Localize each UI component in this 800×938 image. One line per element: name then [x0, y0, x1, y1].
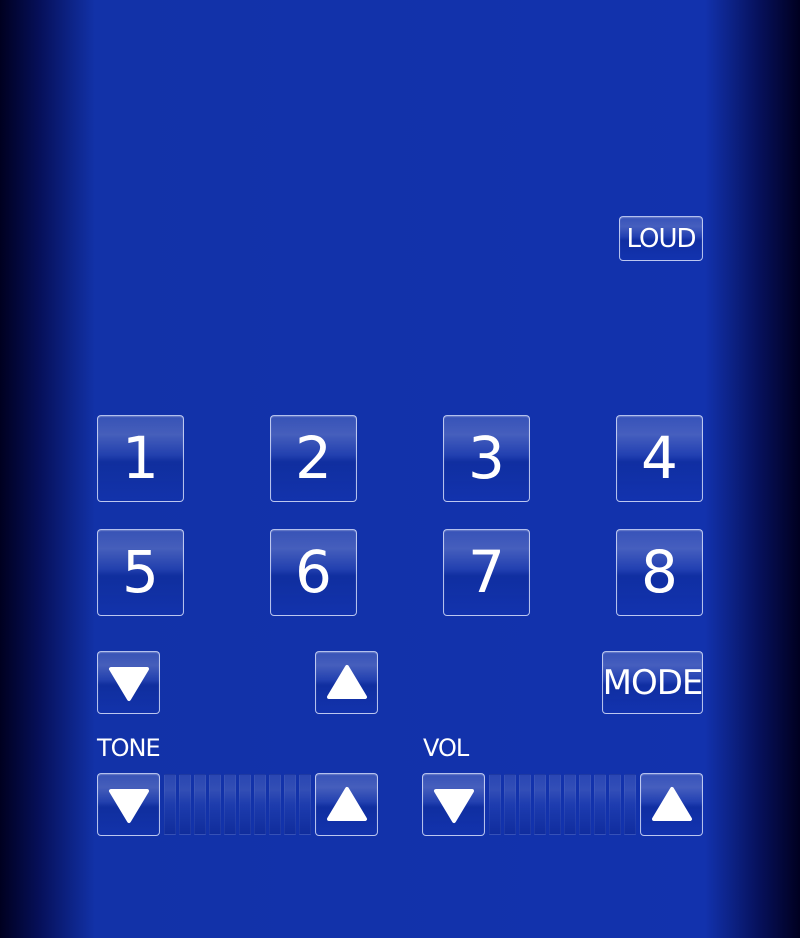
- vol-level-segment: [534, 774, 546, 835]
- tone-up-button[interactable]: [315, 773, 378, 836]
- number-button-label: 7: [468, 537, 505, 606]
- number-button-6[interactable]: 6: [270, 529, 357, 616]
- vol-label: VOL: [423, 734, 469, 762]
- number-button-label: 5: [122, 537, 159, 606]
- tone-level-segment: [179, 774, 191, 835]
- number-button-3[interactable]: 3: [443, 415, 530, 502]
- number-button-1[interactable]: 1: [97, 415, 184, 502]
- number-button-7[interactable]: 7: [443, 529, 530, 616]
- tone-level-meter: [164, 774, 311, 835]
- vol-up-button[interactable]: [640, 773, 703, 836]
- mode-button-label: MODE: [602, 662, 704, 703]
- vol-level-segment: [549, 774, 561, 835]
- preset-up-button[interactable]: [315, 651, 378, 714]
- number-button-label: 3: [468, 423, 505, 492]
- tone-level-segment: [209, 774, 221, 835]
- tone-down-button[interactable]: [97, 773, 160, 836]
- triangle-up-icon: [326, 786, 367, 821]
- tone-label: TONE: [97, 734, 161, 762]
- vol-level-meter: [489, 774, 636, 835]
- number-button-8[interactable]: 8: [616, 529, 703, 616]
- vol-level-segment: [489, 774, 501, 835]
- number-button-label: 1: [122, 423, 159, 492]
- vol-level-segment: [579, 774, 591, 835]
- tone-level-segment: [299, 774, 311, 835]
- vol-level-segment: [624, 774, 636, 835]
- number-button-label: 4: [641, 423, 678, 492]
- triangle-up-icon: [326, 664, 367, 699]
- vol-level-segment: [564, 774, 576, 835]
- number-button-2[interactable]: 2: [270, 415, 357, 502]
- triangle-down-icon: [108, 788, 149, 823]
- vol-level-segment: [594, 774, 606, 835]
- loud-button[interactable]: LOUD: [619, 216, 703, 261]
- tone-level-segment: [284, 774, 296, 835]
- tone-level-segment: [194, 774, 206, 835]
- preset-down-button[interactable]: [97, 651, 160, 714]
- vol-level-segment: [609, 774, 621, 835]
- tone-level-segment: [164, 774, 176, 835]
- triangle-up-icon: [651, 786, 692, 821]
- remote-panel: { "loud_button": { "label": "LOUD" }, "n…: [0, 0, 800, 938]
- number-button-label: 8: [641, 537, 678, 606]
- mode-button[interactable]: MODE: [602, 651, 703, 714]
- tone-level-segment: [254, 774, 266, 835]
- vol-down-button[interactable]: [422, 773, 485, 836]
- tone-level-segment: [224, 774, 236, 835]
- number-button-5[interactable]: 5: [97, 529, 184, 616]
- vol-level-segment: [504, 774, 516, 835]
- vol-level-segment: [519, 774, 531, 835]
- number-button-label: 2: [295, 423, 332, 492]
- loud-button-label: LOUD: [626, 223, 696, 254]
- tone-level-segment: [269, 774, 281, 835]
- tone-level-segment: [239, 774, 251, 835]
- triangle-down-icon: [108, 666, 149, 701]
- number-button-4[interactable]: 4: [616, 415, 703, 502]
- number-button-label: 6: [295, 537, 332, 606]
- triangle-down-icon: [433, 788, 474, 823]
